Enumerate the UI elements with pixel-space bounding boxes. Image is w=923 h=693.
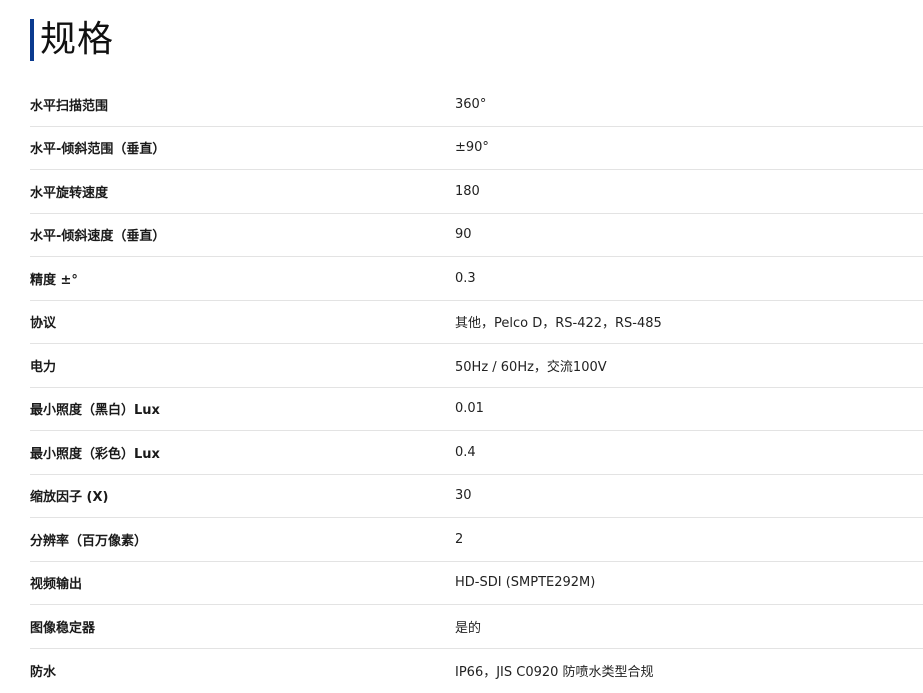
spec-value: IP66，JIS C0920 防喷水类型合规 <box>455 664 654 680</box>
spec-row: 精度 ±° 0.3 <box>30 257 923 301</box>
spec-label: 电力 <box>30 359 57 375</box>
spec-label: 防水 <box>30 664 57 680</box>
spec-row: 水平-倾斜范围（垂直） ±90° <box>30 127 923 170</box>
spec-label: 视频输出 <box>30 577 83 593</box>
section-title: 规格 <box>40 19 115 60</box>
spec-table: 水平扫描范围 360° 水平-倾斜范围（垂直） ±90° 水平旋转速度 180 … <box>30 83 923 692</box>
spec-value: 是的 <box>455 620 482 636</box>
spec-section: 规格 水平扫描范围 360° 水平-倾斜范围（垂直） ±90° 水平旋转速度 1… <box>0 0 923 693</box>
spec-label: 精度 ±° <box>30 272 78 288</box>
spec-label: 最小照度（黑白）Lux <box>30 403 160 419</box>
spec-value: 360° <box>455 96 487 112</box>
spec-row: 分辨率（百万像素） 2 <box>30 518 923 562</box>
spec-row: 协议 其他，Pelco D，RS-422，RS-485 <box>30 301 923 344</box>
spec-row: 防水 IP66，JIS C0920 防喷水类型合规 <box>30 649 923 693</box>
spec-label: 水平-倾斜速度（垂直） <box>30 229 166 245</box>
spec-label: 水平旋转速度 <box>30 185 109 201</box>
spec-label: 水平扫描范围 <box>30 98 109 114</box>
spec-value: ±90° <box>455 140 489 156</box>
spec-label: 图像稳定器 <box>30 620 96 636</box>
spec-value: 其他，Pelco D，RS-422，RS-485 <box>455 316 662 332</box>
spec-row: 最小照度（黑白）Lux 0.01 <box>30 388 923 431</box>
spec-value: 50Hz / 60Hz，交流100V <box>455 359 607 375</box>
spec-value: 2 <box>455 531 464 547</box>
spec-label: 分辨率（百万像素） <box>30 533 148 549</box>
spec-value: 180 <box>455 183 480 199</box>
spec-value: 0.4 <box>455 444 476 460</box>
spec-label: 最小照度（彩色）Lux <box>30 446 160 462</box>
spec-row: 水平扫描范围 360° <box>30 83 923 127</box>
spec-row: 电力 50Hz / 60Hz，交流100V <box>30 344 923 388</box>
spec-row: 图像稳定器 是的 <box>30 605 923 649</box>
spec-value: 90 <box>455 227 472 243</box>
spec-row: 水平旋转速度 180 <box>30 170 923 214</box>
spec-row: 视频输出 HD-SDI (SMPTE292M) <box>30 562 923 605</box>
spec-row: 水平-倾斜速度（垂直） 90 <box>30 214 923 257</box>
spec-label: 缩放因子 (X) <box>30 490 109 506</box>
spec-row: 最小照度（彩色）Lux 0.4 <box>30 431 923 475</box>
section-header: 规格 <box>30 18 114 62</box>
spec-value: 0.01 <box>455 401 484 417</box>
spec-value: HD-SDI (SMPTE292M) <box>455 575 596 591</box>
spec-value: 30 <box>455 488 472 504</box>
spec-label: 水平-倾斜范围（垂直） <box>30 142 166 158</box>
spec-label: 协议 <box>30 316 57 332</box>
title-accent-bar <box>30 19 34 61</box>
spec-row: 缩放因子 (X) 30 <box>30 475 923 518</box>
spec-value: 0.3 <box>455 270 476 286</box>
